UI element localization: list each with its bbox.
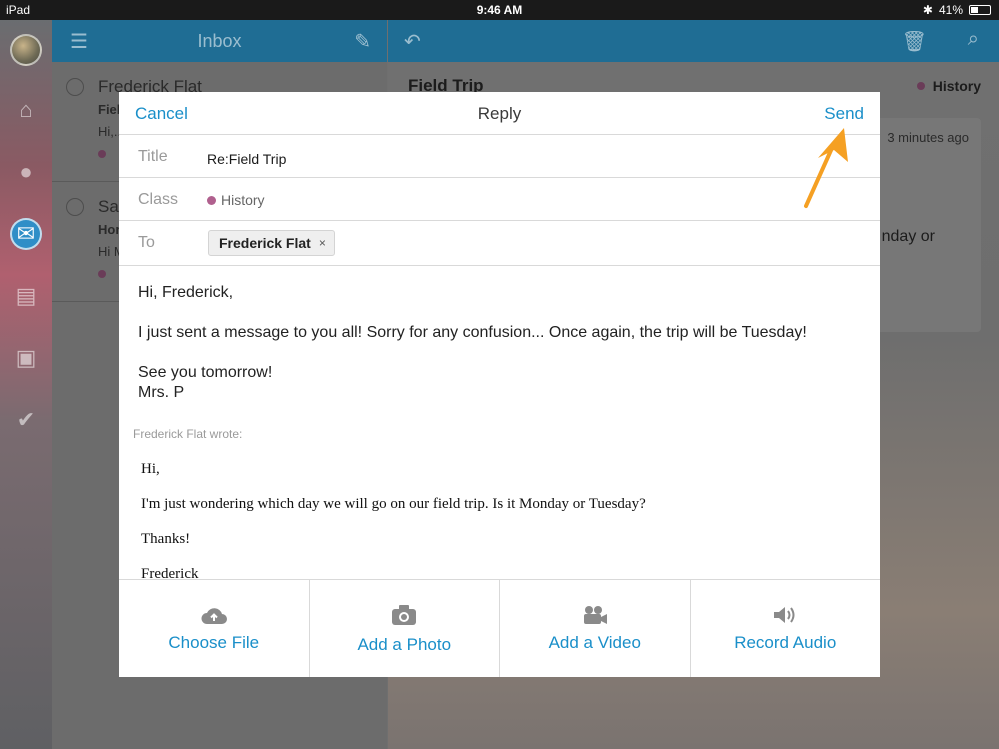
class-label: Class bbox=[138, 191, 179, 208]
trash-icon[interactable]: 🗑 bbox=[902, 29, 927, 54]
status-bar: iPad 9:46 AM ✱ 41% bbox=[0, 0, 999, 20]
add-photo-label: Add a Photo bbox=[357, 635, 452, 654]
class-dot bbox=[98, 150, 106, 158]
send-button[interactable]: Send bbox=[824, 104, 864, 124]
mail-sender: Sa bbox=[98, 197, 119, 216]
message-time: 3 minutes ago bbox=[887, 130, 969, 145]
select-radio[interactable] bbox=[66, 78, 84, 96]
message-class: History bbox=[916, 78, 981, 94]
dialog-title: Reply bbox=[477, 104, 522, 123]
reply-icon[interactable]: ↶ bbox=[404, 29, 421, 54]
add-video-label: Add a Video bbox=[548, 633, 641, 652]
body-greeting: Hi, Frederick, bbox=[138, 284, 234, 301]
attachment-toolbar: Choose File Add a Photo Add a Video Reco… bbox=[119, 579, 880, 677]
record-audio-button[interactable]: Record Audio bbox=[691, 580, 881, 677]
class-dot bbox=[98, 270, 106, 278]
body-signature: Mrs. P bbox=[138, 384, 185, 401]
compose-icon[interactable]: ✎ bbox=[354, 29, 371, 54]
class-dot bbox=[916, 82, 925, 90]
checkmark-icon[interactable]: ✔ bbox=[10, 404, 42, 436]
remove-recipient-icon[interactable]: × bbox=[319, 236, 326, 250]
quoted-line: Thanks! bbox=[141, 531, 191, 547]
video-camera-icon bbox=[500, 604, 690, 626]
quoted-line: I'm just wondering which day we will go … bbox=[141, 496, 646, 512]
grades-icon[interactable]: ▣ bbox=[10, 342, 42, 374]
message-body-input[interactable]: Hi, Frederick, I just sent a message to … bbox=[138, 283, 868, 403]
list-icon[interactable]: ▤ bbox=[10, 280, 42, 312]
class-dot bbox=[207, 195, 216, 205]
quoted-line: Hi, bbox=[141, 461, 160, 477]
search-icon[interactable]: ⌕ bbox=[968, 28, 979, 51]
reading-header: ↶ 🗑 ⌕ bbox=[388, 20, 999, 62]
battery-percent: 41% bbox=[938, 3, 963, 17]
quoted-header: Frederick Flat wrote: bbox=[133, 427, 243, 441]
title-label: Title bbox=[138, 148, 168, 165]
class-name: History bbox=[932, 78, 981, 94]
mail-icon[interactable]: ✉ bbox=[10, 218, 42, 250]
inbox-title: Inbox bbox=[197, 31, 242, 51]
add-photo-button[interactable]: Add a Photo bbox=[310, 580, 500, 677]
reply-dialog: Cancel Reply Send Title Re:Field Trip Cl… bbox=[119, 92, 880, 677]
mail-subject: Fiel bbox=[98, 102, 121, 117]
class-value: History bbox=[221, 192, 265, 208]
body-paragraph: I just sent a message to you all! Sorry … bbox=[138, 324, 807, 341]
app-rail: ⌂ ● ✉ ▤ ▣ ✔ bbox=[0, 20, 52, 749]
camera-icon bbox=[310, 604, 500, 626]
bluetooth-icon: ✱ bbox=[922, 3, 933, 17]
body-closing: See you tomorrow! bbox=[138, 364, 273, 381]
clock: 9:46 AM bbox=[476, 3, 523, 17]
mail-subject: Hor bbox=[98, 222, 121, 237]
to-label: To bbox=[138, 234, 155, 251]
class-field[interactable]: Class History bbox=[119, 178, 880, 221]
to-field[interactable]: To Frederick Flat × bbox=[119, 221, 880, 266]
quoted-line: Frederick bbox=[141, 566, 199, 580]
cloud-upload-icon bbox=[119, 604, 309, 626]
recipient-chip[interactable]: Frederick Flat × bbox=[208, 230, 335, 256]
dialog-header: Cancel Reply Send bbox=[119, 92, 880, 135]
avatar[interactable] bbox=[10, 34, 42, 66]
select-radio[interactable] bbox=[66, 198, 84, 216]
title-field[interactable]: Title Re:Field Trip bbox=[119, 135, 880, 178]
choose-file-button[interactable]: Choose File bbox=[119, 580, 310, 677]
choose-file-label: Choose File bbox=[168, 633, 260, 652]
recipient-name: Frederick Flat bbox=[219, 235, 311, 251]
battery-icon bbox=[969, 5, 991, 15]
status-right: ✱ 41% bbox=[923, 3, 991, 17]
record-audio-label: Record Audio bbox=[734, 633, 837, 652]
cancel-button[interactable]: Cancel bbox=[135, 104, 188, 124]
quoted-message: Hi, I'm just wondering which day we will… bbox=[141, 460, 861, 580]
speaker-icon bbox=[691, 604, 881, 626]
add-video-button[interactable]: Add a Video bbox=[500, 580, 691, 677]
message-snippet: nday or bbox=[881, 228, 935, 245]
inbox-header: ☰ Inbox ✎ bbox=[52, 20, 387, 62]
home-icon[interactable]: ⌂ bbox=[10, 94, 42, 126]
apple-icon[interactable]: ● bbox=[10, 156, 42, 188]
class-selector[interactable]: History bbox=[207, 192, 265, 208]
title-input[interactable]: Re:Field Trip bbox=[207, 151, 286, 167]
